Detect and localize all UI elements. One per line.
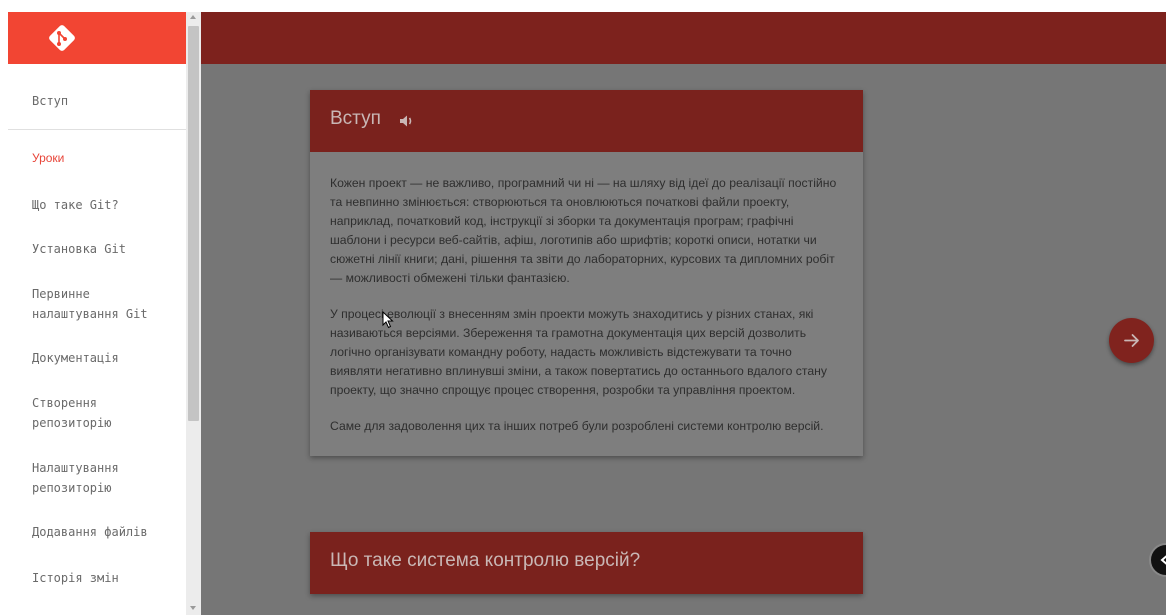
sidebar-item-history[interactable]: Історія змін [32, 568, 119, 588]
lesson-card-intro: Вступ Кожен проект — не важливо, програм… [310, 90, 863, 456]
sidebar-item-create-repo[interactable]: Створення репозиторію [32, 393, 152, 433]
sidebar: Вступ Уроки Що таке Git? Установка Git П… [8, 12, 186, 615]
chevron-left-icon[interactable] [1149, 543, 1166, 577]
speaker-icon[interactable] [399, 113, 415, 129]
git-logo-icon [49, 25, 75, 51]
paragraph: Кожен проект — не важливо, програмний чи… [330, 176, 837, 285]
sidebar-item-install-git[interactable]: Установка Git [32, 239, 126, 259]
top-app-bar [201, 12, 1166, 64]
sidebar-item-documentation[interactable]: Документація [32, 348, 119, 368]
sidebar-item-what-is-git[interactable]: Що таке Git? [32, 195, 119, 215]
paragraph: У процесі еволюції з внесенням змін прое… [330, 307, 827, 397]
main-content: Вступ Кожен проект — не важливо, програм… [201, 12, 1166, 615]
sidebar-section-lessons[interactable]: Уроки [32, 148, 64, 168]
logo-bar[interactable] [8, 12, 186, 64]
sidebar-scrollbar-thumb[interactable] [188, 26, 199, 421]
card-header: Вступ [310, 90, 863, 152]
sidebar-item-add-files[interactable]: Додавання файлів [32, 522, 148, 542]
arrow-right-icon [1124, 334, 1139, 347]
next-lesson-button[interactable] [1109, 318, 1154, 363]
scroll-up-icon[interactable] [190, 15, 196, 19]
sidebar-item-initial-setup[interactable]: Первинне налаштування Git [32, 284, 172, 324]
lesson-card-vcs: Що таке система контролю версій? [310, 532, 863, 594]
card-header: Що таке система контролю версій? [310, 532, 863, 594]
card-title: Вступ [330, 108, 381, 129]
sidebar-top-section: Вступ [8, 64, 186, 130]
mouse-cursor-icon [382, 311, 394, 329]
sidebar-item-intro[interactable]: Вступ [32, 91, 68, 111]
paragraph: Саме для задоволення цих та інших потреб… [330, 419, 824, 433]
card-body: Кожен проект — не важливо, програмний чи… [310, 152, 863, 456]
scroll-down-icon[interactable] [190, 606, 196, 610]
sidebar-item-configure-repo[interactable]: Налаштування репозиторію [32, 458, 152, 498]
chevron-left-icon-svg [1160, 555, 1166, 565]
card-title: Що таке система контролю версій? [330, 550, 641, 571]
